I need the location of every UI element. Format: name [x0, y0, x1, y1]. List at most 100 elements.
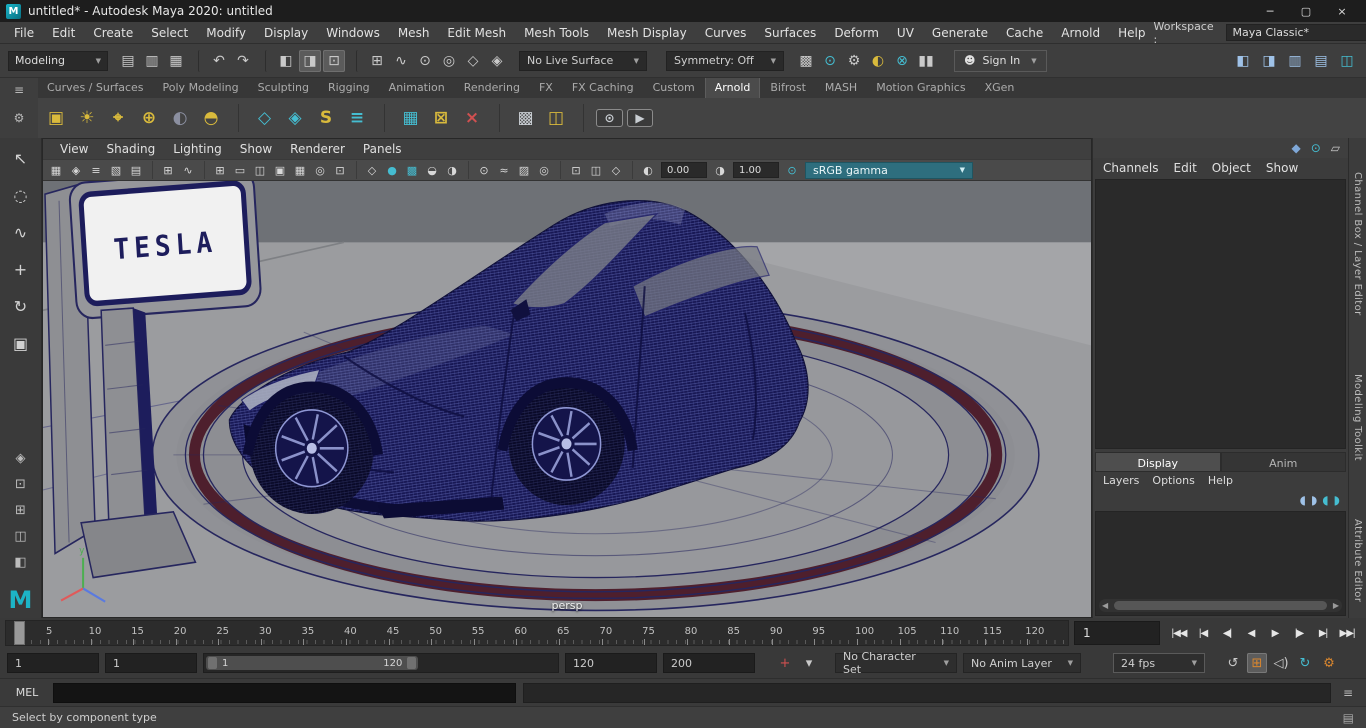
scroll-left-icon[interactable]: ◀	[1102, 601, 1108, 610]
layout-single-pane-icon[interactable]: ⊡	[9, 474, 33, 494]
last-tool-icon[interactable]: ◈	[9, 448, 33, 468]
lasso-select-tool-icon[interactable]: ◌	[8, 183, 34, 207]
time-slider[interactable]: 5101520253035404550556065707580859095100…	[5, 620, 1069, 646]
layout-four-pane-icon[interactable]: ⊞	[9, 500, 33, 520]
panel-menu-item[interactable]: Lighting	[164, 141, 231, 157]
menu-item[interactable]: Surfaces	[756, 24, 824, 42]
shelf-tab[interactable]: FX Caching	[563, 78, 643, 98]
step-back-frame-button[interactable]: |◀	[1193, 621, 1213, 645]
toggle-attribute-editor-icon[interactable]: ◧	[1232, 50, 1254, 72]
menu-item[interactable]: Arnold	[1053, 24, 1108, 42]
safe-title-icon[interactable]: ⊡	[331, 161, 349, 179]
menu-item[interactable]: Curves	[697, 24, 755, 42]
channel-box-menu-item[interactable]: Edit	[1174, 161, 1197, 175]
hypershade-icon[interactable]: ◐	[867, 50, 889, 72]
undo-icon[interactable]: ↶	[198, 50, 230, 72]
depth-of-field-icon[interactable]: ◎	[535, 161, 553, 179]
symmetry-dropdown[interactable]: Symmetry: Off ▼	[666, 51, 784, 71]
select-component-icon[interactable]: ⊡	[323, 50, 345, 72]
textured-icon[interactable]: ▩	[403, 161, 421, 179]
channel-box-menu-item[interactable]: Object	[1212, 161, 1251, 175]
toggle-channel-box-icon[interactable]: ▥	[1284, 50, 1306, 72]
shelf-tab[interactable]: Bifrost	[761, 78, 815, 98]
panel-menu-item[interactable]: View	[51, 141, 97, 157]
key-options-caret[interactable]: ▾	[799, 653, 819, 673]
scale-tool-icon[interactable]: ▣	[8, 331, 34, 355]
shelf-tab[interactable]: Rendering	[455, 78, 529, 98]
film-gate-icon[interactable]: ▭	[231, 161, 249, 179]
photometric-light-icon[interactable]: ⊕	[135, 104, 163, 132]
menu-item[interactable]: UV	[889, 24, 922, 42]
menu-item[interactable]: Deform	[826, 24, 887, 42]
menu-item[interactable]: Edit	[44, 24, 83, 42]
shelf-tab[interactable]: Sculpting	[249, 78, 318, 98]
tx-manager-icon[interactable]: ⊠	[427, 104, 455, 132]
menu-item[interactable]: Mesh	[390, 24, 438, 42]
panel-menu-item[interactable]: Show	[231, 141, 281, 157]
channel-box-menu-item[interactable]: Show	[1266, 161, 1298, 175]
select-object-icon[interactable]: ◨	[299, 50, 321, 72]
layer-tab[interactable]: Display	[1095, 452, 1221, 472]
shelf-tab[interactable]: Motion Graphics	[867, 78, 974, 98]
xray-icon[interactable]: ◫	[587, 161, 605, 179]
toggle-tool-settings-icon[interactable]: ◨	[1258, 50, 1280, 72]
set-key-icon[interactable]: +	[775, 653, 795, 673]
snap-to-grid-icon[interactable]: ⊞	[356, 50, 388, 72]
menu-item[interactable]: File	[6, 24, 42, 42]
light-portal-icon[interactable]: ◐	[166, 104, 194, 132]
shelf-tab[interactable]: Animation	[380, 78, 454, 98]
menu-item[interactable]: Mesh Tools	[516, 24, 597, 42]
script-editor-icon[interactable]: ≡	[1338, 683, 1358, 703]
snap-to-view-plane-icon[interactable]: ◇	[462, 50, 484, 72]
move-layer-up-icon[interactable]: ◖	[1322, 493, 1328, 507]
shelf-menu-icon[interactable]: ≡	[14, 83, 24, 97]
open-scene-icon[interactable]: ▥	[141, 50, 163, 72]
paint-select-tool-icon[interactable]: ∿	[8, 220, 34, 244]
layout-two-pane-icon[interactable]: ◫	[9, 526, 33, 546]
menu-item[interactable]: Mesh Display	[599, 24, 695, 42]
playback-loop-icon[interactable]: ↺	[1223, 653, 1243, 673]
mel-input[interactable]	[53, 683, 516, 703]
toggle-outliner-icon[interactable]: ▤	[1310, 50, 1332, 72]
safe-action-icon[interactable]: ◎	[311, 161, 329, 179]
gate-mask-icon[interactable]: ▣	[271, 161, 289, 179]
channel-box-menu-item[interactable]: Channels	[1103, 161, 1159, 175]
rotate-tool-icon[interactable]: ↻	[8, 294, 34, 318]
use-default-material-icon[interactable]: ◒	[423, 161, 441, 179]
anim-layer-dropdown[interactable]: No Anim Layer ▼	[963, 653, 1081, 673]
animation-start-field[interactable]: 1	[7, 653, 99, 673]
grid-toggle-icon[interactable]: ⊞	[204, 161, 229, 179]
camera-attributes-icon[interactable]: ≡	[87, 161, 105, 179]
auto-keyframe-icon[interactable]: ⊞	[1247, 653, 1267, 673]
help-line-icon[interactable]: ▤	[1343, 711, 1354, 725]
snapshot-icon[interactable]: ◫	[542, 104, 570, 132]
shelf-tab[interactable]: Arnold	[705, 78, 761, 98]
current-frame-field[interactable]: 1	[1074, 621, 1160, 645]
step-back-key-button[interactable]: ◀|	[1217, 621, 1237, 645]
pin-icon[interactable]: ◆	[1291, 141, 1300, 155]
snap-to-point-icon[interactable]: ⊙	[414, 50, 436, 72]
select-camera-icon[interactable]: ▦	[47, 161, 65, 179]
channel-box-list[interactable]	[1095, 179, 1346, 449]
isolate-select-icon[interactable]: ⊡	[560, 161, 585, 179]
new-empty-layer-icon[interactable]: ◖	[1300, 493, 1306, 507]
panel-menu-item[interactable]: Renderer	[281, 141, 354, 157]
field-chart-icon[interactable]: ▦	[291, 161, 309, 179]
exposure-toggle-icon[interactable]: ◐	[632, 161, 657, 179]
smooth-shade-icon[interactable]: ●	[383, 161, 401, 179]
shelf-tab[interactable]: Poly Modeling	[154, 78, 248, 98]
redo-icon[interactable]: ↷	[232, 50, 254, 72]
step-forward-key-button[interactable]: |▶	[1289, 621, 1309, 645]
mute-audio-icon[interactable]: ◁)	[1271, 653, 1291, 673]
gamma-field[interactable]: 1.00	[733, 162, 779, 178]
scroll-right-icon[interactable]: ▶	[1333, 601, 1339, 610]
step-forward-frame-button[interactable]: ▶|	[1313, 621, 1333, 645]
range-start-handle[interactable]	[208, 657, 217, 669]
move-tool-icon[interactable]: +	[8, 257, 34, 281]
range-end-handle[interactable]	[407, 657, 416, 669]
shadows-icon[interactable]: ◑	[443, 161, 461, 179]
menu-item[interactable]: Cache	[998, 24, 1051, 42]
menu-set-dropdown[interactable]: Modeling ▼	[8, 51, 108, 71]
range-slider[interactable]: 1 120	[203, 653, 559, 673]
shelf-gear-icon[interactable]: ⚙	[14, 111, 25, 125]
